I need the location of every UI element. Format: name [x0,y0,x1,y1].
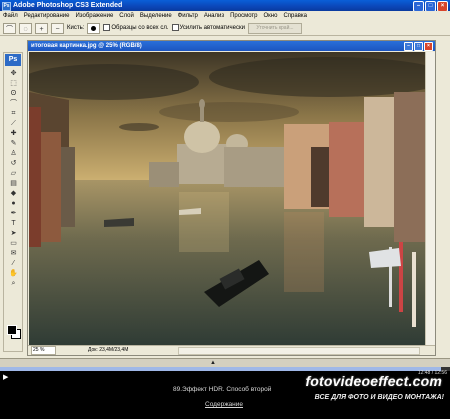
venice-hdr-photo [29,52,426,349]
document-title-bar: итоговая картинка.jpg @ 25% (RGB/8) – □ … [28,41,435,51]
menu-help[interactable]: Справка [280,13,310,19]
menu-window[interactable]: Окно [261,13,281,19]
auto-enhance-checkbox[interactable] [171,24,179,32]
slice-tool-icon[interactable]: ⟋ [6,119,21,129]
auto-enhance-option[interactable]: Усилить автоматически [171,24,245,32]
horizontal-scrollbar[interactable] [178,347,420,355]
brand-logo: fotovideoeffect.com [305,373,442,389]
brush-label: Кисть: [67,25,85,31]
video-player-bar: ▶ 12:48 / 12:56 fotovideoeffect.com ВСЕ … [0,367,450,419]
quick-selection-tool-icon[interactable]: ⌒ [3,22,16,34]
playback-progress[interactable] [0,367,450,371]
add-selection-icon[interactable]: + [35,22,48,34]
marquee-tool-icon[interactable]: ⬚ [6,79,21,89]
eraser-tool-icon[interactable]: ▱ [6,169,21,179]
document-controls: – □ × [404,42,433,51]
hand-tool-icon[interactable]: ✋ [6,269,21,279]
title-bar: Ps Adobe Photoshop CS3 Extended – □ × [0,0,450,12]
playback-progress-fill [0,367,441,371]
options-bar: ⌒ ◌ + − Кисть: Образцы со всех сл. Усили… [0,21,450,36]
menu-filter[interactable]: Фильтр [175,13,201,19]
auto-enhance-label: Усилить автоматически [179,25,245,32]
brush-tool-icon[interactable]: ✎ [6,139,21,149]
menu-file[interactable]: Файл [0,13,21,19]
contents-link[interactable]: Содержание [205,401,243,408]
lasso-tool-icon[interactable]: ʘ [6,89,21,99]
menu-select[interactable]: Выделение [137,13,175,19]
sample-all-layers-label: Образцы со всех сл. [111,25,169,32]
sample-all-layers-checkbox[interactable] [103,24,111,32]
sample-all-layers-option[interactable]: Образцы со всех сл. [103,24,169,32]
menu-edit[interactable]: Редактирование [21,13,73,19]
move-tool-icon[interactable]: ✥ [6,69,21,79]
vertical-scrollbar[interactable] [425,52,435,349]
menu-view[interactable]: Просмотр [227,13,260,19]
zoom-tool-icon[interactable]: ⌕ [6,279,21,289]
healing-brush-icon[interactable]: ✚ [6,129,21,139]
shape-tool-icon[interactable]: ▭ [6,239,21,249]
zoom-field[interactable]: 25 % [31,346,56,355]
path-selection-icon[interactable]: ➤ [6,229,21,239]
brush-picker[interactable] [87,22,101,34]
lesson-caption: 89.Эффект HDR. Способ второй [173,386,272,393]
document-title: итоговая картинка.jpg @ 25% (RGB/8) [31,43,142,49]
clone-stamp-icon[interactable]: ♙ [6,149,21,159]
app-bottom-bar: ▲ [0,358,450,367]
history-brush-icon[interactable]: ↺ [6,159,21,169]
eyedropper-icon[interactable]: ⁄ [6,259,21,269]
document-window: итоговая картинка.jpg @ 25% (RGB/8) – □ … [27,40,436,356]
play-icon[interactable]: ▶ [3,373,8,381]
menu-image[interactable]: Изображение [72,13,116,19]
photoshop-window: Ps Adobe Photoshop CS3 Extended – □ × Фа… [0,0,450,367]
photoshop-logo: Ps [5,54,21,66]
crop-tool-icon[interactable]: ⌗ [6,109,21,119]
window-title: Adobe Photoshop CS3 Extended [13,2,123,9]
doc-maximize-button[interactable]: □ [414,42,423,51]
notes-tool-icon[interactable]: ✉ [6,249,21,259]
menu-layer[interactable]: Слой [116,13,137,19]
panel-toggle-icon[interactable]: ▲ [210,359,216,367]
menu-analysis[interactable]: Анализ [201,13,227,19]
doc-close-button[interactable]: × [424,42,433,51]
type-tool-icon[interactable]: T [6,219,21,229]
image-canvas[interactable] [29,52,426,349]
subtract-selection-icon[interactable]: − [51,22,64,34]
gradient-tool-icon[interactable]: ▤ [6,179,21,189]
toolbox: Ps ✥ ⬚ ʘ ⌒ ⌗ ⟋ ✚ ✎ ♙ ↺ ▱ ▤ ◆ ● ✒ T ➤ ▭ ✉… [3,52,23,352]
dodge-tool-icon[interactable]: ● [6,199,21,209]
doc-minimize-button[interactable]: – [404,42,413,51]
blur-tool-icon[interactable]: ◆ [6,189,21,199]
new-selection-icon[interactable]: ◌ [19,22,32,34]
document-size: Док: 23,4M/23,4M [88,347,129,353]
refine-edge-button[interactable]: Уточнить край... [247,22,302,34]
tools-list: ✥ ⬚ ʘ ⌒ ⌗ ⟋ ✚ ✎ ♙ ↺ ▱ ▤ ◆ ● ✒ T ➤ ▭ ✉ ⁄ … [6,69,21,289]
document-status-bar: 25 % Док: 23,4M/23,4M [28,345,435,355]
quick-selection-icon[interactable]: ⌒ [6,99,21,109]
foreground-color-swatch[interactable] [7,325,17,335]
pen-tool-icon[interactable]: ✒ [6,209,21,219]
brand-tagline: ВСЕ ДЛЯ ФОТО И ВИДЕО МОНТАЖА! [314,394,444,401]
app-icon: Ps [2,2,11,11]
